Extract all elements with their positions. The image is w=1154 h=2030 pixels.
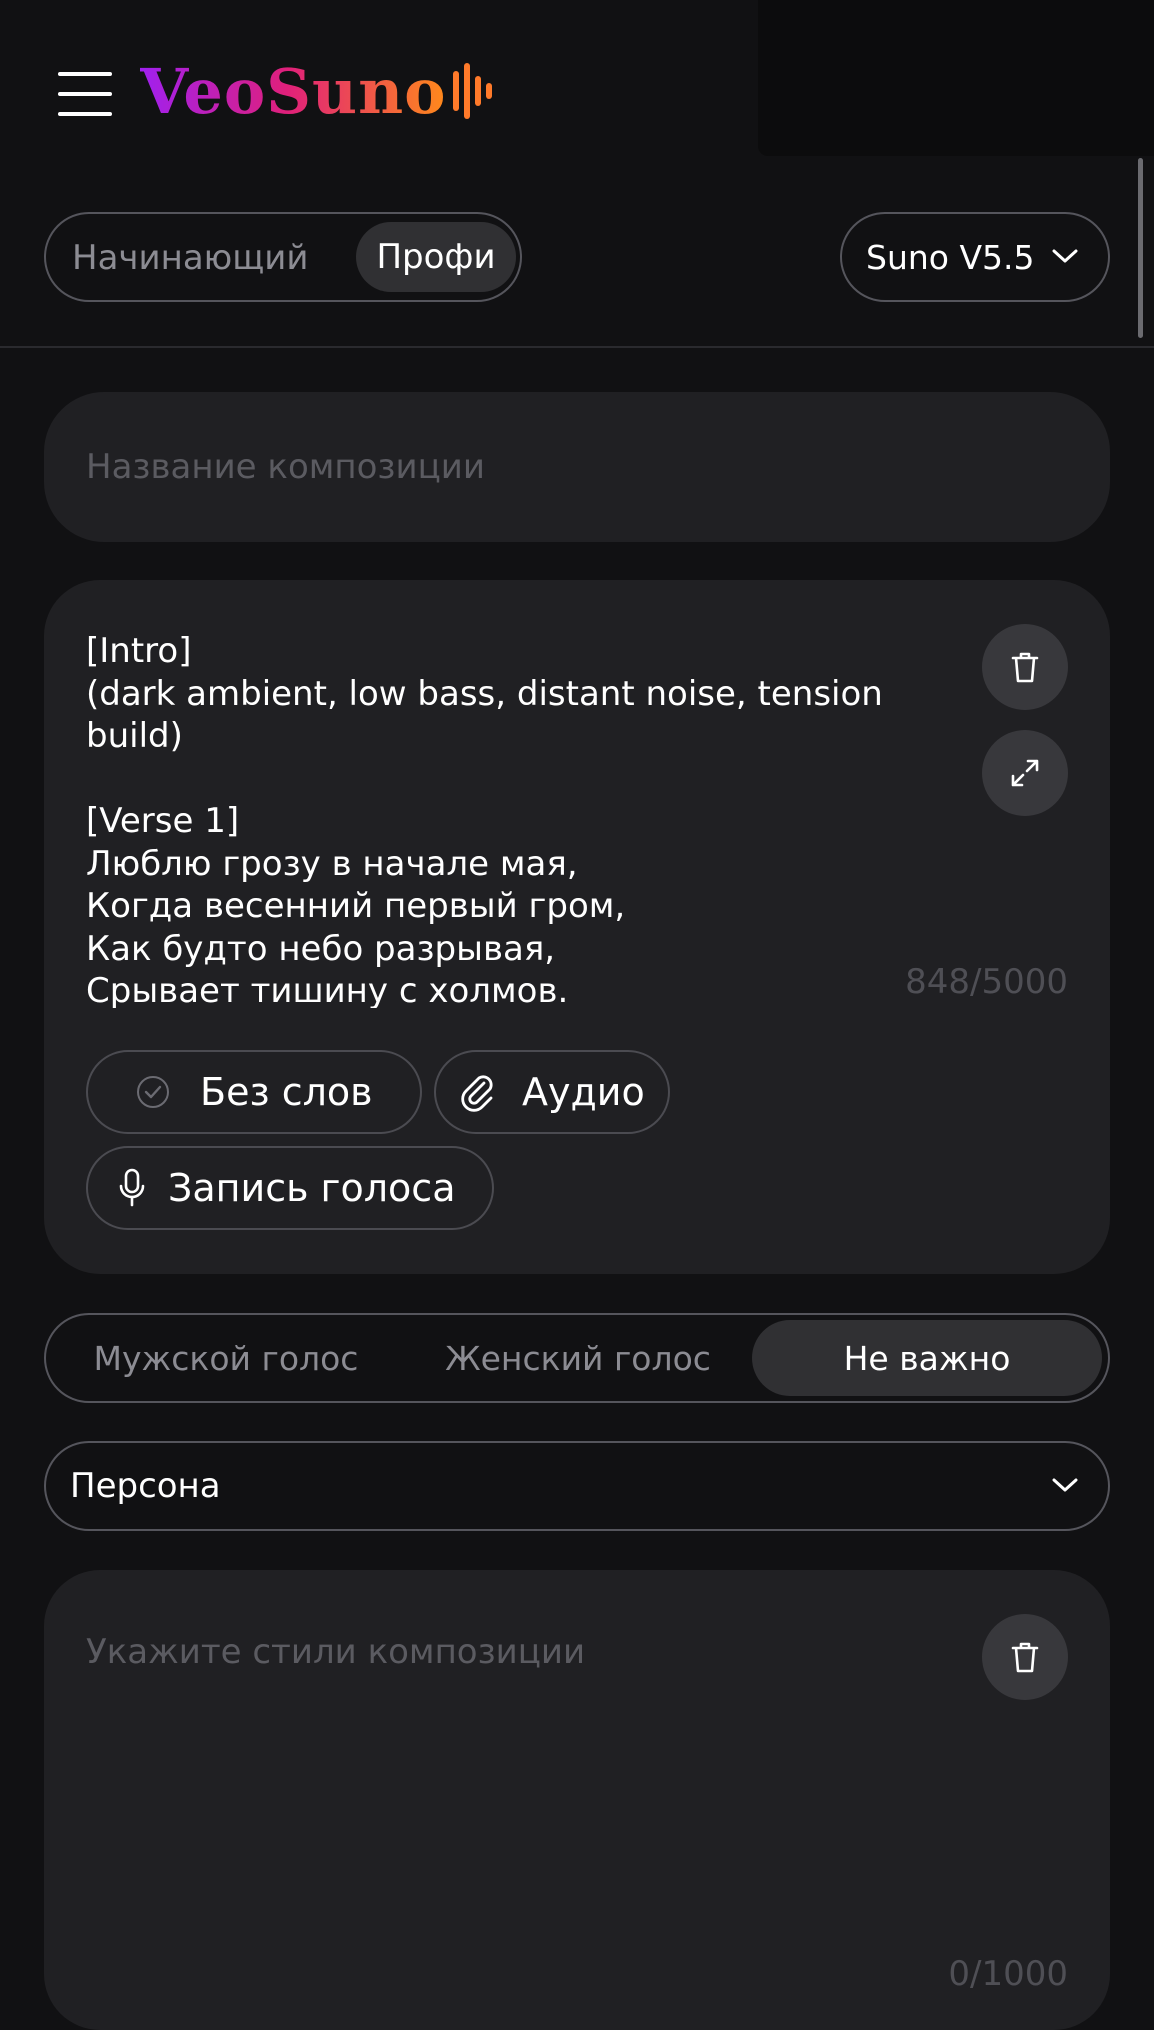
scrollbar[interactable]: [1138, 158, 1143, 338]
clear-lyrics-button[interactable]: [982, 624, 1068, 710]
overlay-block: [758, 0, 1154, 156]
model-select-value: Suno V5.5: [866, 237, 1035, 277]
logo: VeoSuno: [140, 54, 492, 128]
clear-styles-button[interactable]: [982, 1614, 1068, 1700]
styles-char-counter: 0/1000: [948, 1954, 1068, 1994]
trash-icon: [1011, 652, 1039, 683]
voice-option-female[interactable]: Женский голос: [408, 1320, 748, 1396]
expand-icon: [1011, 759, 1039, 787]
chevron-down-icon: [1052, 1478, 1078, 1492]
audio-chip-label: Аудио: [522, 1070, 645, 1114]
audio-bars-icon: [452, 63, 492, 119]
expand-lyrics-button[interactable]: [982, 730, 1068, 816]
persona-select[interactable]: Персона: [44, 1441, 1110, 1531]
menu-icon[interactable]: [58, 72, 112, 116]
composition-title-input[interactable]: [44, 392, 1110, 542]
mode-beginner-option[interactable]: Начинающий: [72, 238, 309, 278]
paperclip-icon: [458, 1072, 498, 1112]
lyrics-textarea[interactable]: [Intro] (dark ambient, low bass, distant…: [86, 630, 906, 1008]
voice-option-male[interactable]: Мужской голос: [56, 1320, 396, 1396]
logo-text: VeoSuno: [140, 54, 447, 128]
voice-record-chip[interactable]: Запись голоса: [86, 1146, 494, 1230]
trash-icon: [1011, 1642, 1039, 1673]
chevron-down-icon: [1052, 249, 1078, 263]
instrumental-chip[interactable]: Без слов: [86, 1050, 422, 1134]
divider: [0, 346, 1154, 348]
audio-chip[interactable]: Аудио: [434, 1050, 670, 1134]
mode-pro-option[interactable]: Профи: [356, 222, 516, 292]
instrumental-chip-label: Без слов: [200, 1070, 373, 1114]
styles-input[interactable]: [86, 1622, 946, 1682]
lyrics-char-counter: 848/5000: [905, 962, 1068, 1002]
voice-option-any[interactable]: Не важно: [752, 1320, 1102, 1396]
persona-select-label: Персона: [70, 1466, 221, 1506]
voice-record-chip-label: Запись голоса: [168, 1166, 456, 1210]
check-circle-icon: [136, 1075, 170, 1109]
model-select[interactable]: Suno V5.5: [840, 212, 1110, 302]
microphone-icon: [118, 1168, 146, 1208]
